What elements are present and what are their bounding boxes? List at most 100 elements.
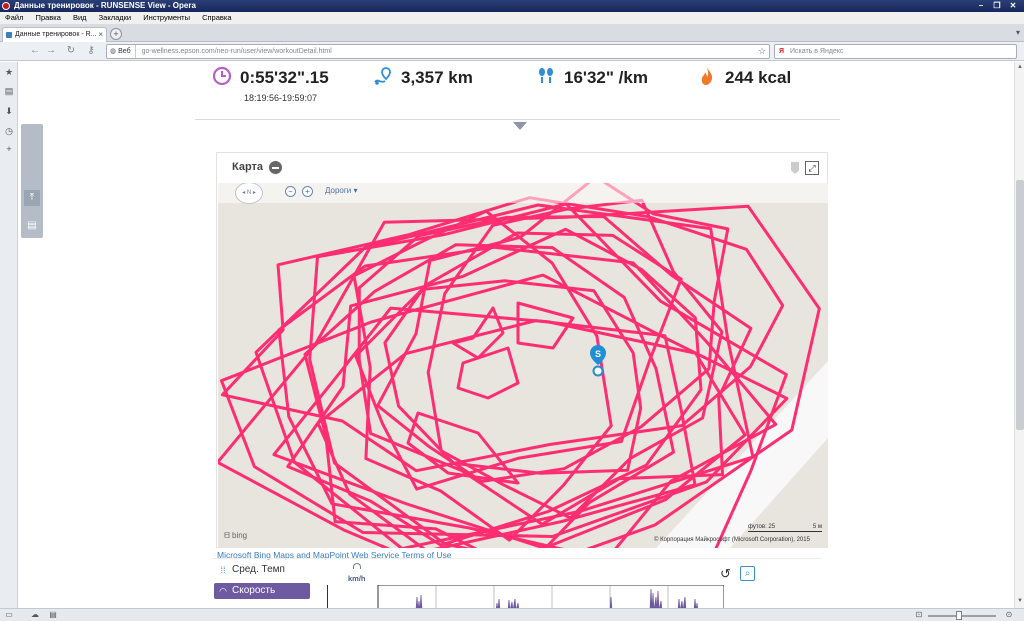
chart-unit: km/h [348, 574, 366, 583]
stats-divider [195, 119, 840, 120]
new-tab-button[interactable]: + [110, 28, 122, 40]
scale-feet: футов: 25 [748, 524, 776, 530]
compass-left-arrow-icon[interactable]: ◂ [242, 190, 245, 196]
key-icon[interactable]: ⚷ [84, 44, 98, 58]
map-panel: Карта ⤢ S ◂ N ▸ − + Дороги ▾ ᗺ bing футо… [216, 152, 828, 548]
address-bar[interactable]: ◍ Веб go-wellness.epson.com/neo-run/user/… [106, 44, 770, 59]
menu-bookmarks[interactable]: Закладки [99, 12, 131, 24]
map-header: Карта ⤢ [217, 153, 827, 183]
speedometer-icon: ◠ [219, 586, 227, 596]
speed-chart[interactable] [327, 584, 725, 608]
map-view[interactable]: S ◂ N ▸ − + Дороги ▾ ᗺ bing футов: 25 5 … [218, 183, 828, 548]
menu-bar: Файл Правка Вид Закладки Инструменты Спр… [0, 12, 1024, 24]
page-tools-strip: ⤒ ▤ ⟋ ◷ [21, 124, 43, 287]
turbo-cloud-icon[interactable]: ☁ [30, 610, 40, 620]
compass-north-label: N [246, 190, 252, 196]
distance-pin-icon [374, 67, 391, 85]
time-value: 0:55'32".15 [240, 68, 329, 87]
menu-view[interactable]: Вид [73, 12, 87, 24]
window-title: Данные тренировок - RUNSENSE View - Oper… [14, 1, 196, 10]
site-info-badge[interactable]: ◍ Веб [107, 45, 136, 58]
pace-value: 16'32" /km [564, 68, 648, 87]
scroll-up-icon[interactable]: ▲ [1016, 64, 1024, 70]
expand-details-arrow-icon[interactable] [513, 122, 527, 130]
zoom-slider-icon: ⊡ [915, 610, 923, 619]
graph-icon[interactable]: ⟋ [24, 246, 40, 262]
zoom-slider-handle[interactable] [956, 611, 962, 620]
page-content: ⤒ ▤ ⟋ ◷ 0:55'32".15 18:19:56-19:59:07 3,… [19, 62, 1014, 608]
minimize-button[interactable]: – [976, 1, 986, 11]
page-icon[interactable]: ▤ [24, 218, 40, 234]
map-controls: ◂ N ▸ − + Дороги ▾ [218, 183, 828, 204]
scroll-down-icon[interactable]: ▼ [1016, 598, 1024, 604]
clock-icon [212, 66, 232, 86]
page-scrollbar[interactable]: ▲ ▼ [1014, 62, 1024, 608]
zoom-track[interactable] [928, 615, 996, 617]
scroll-top-icon[interactable]: ⤒ [24, 190, 40, 206]
close-window-button[interactable]: ✕ [1008, 1, 1018, 11]
reset-chart-icon[interactable]: ↺ [720, 567, 734, 581]
bookmarks-star-icon[interactable]: ★ [4, 67, 14, 77]
globe-icon: ◍ [110, 48, 117, 55]
search-input[interactable]: Я Искать в Яндекс [774, 44, 1017, 59]
option-avg-pace[interactable]: ⁞⁞ Сред. Темп [214, 562, 310, 578]
close-tab-icon[interactable]: × [98, 28, 103, 42]
opera-side-panel: ★ ▤ ⬇ ◷ + [0, 62, 18, 608]
scale-meters: 5 м [812, 524, 822, 530]
footsteps-icon [539, 68, 553, 83]
reload-icon[interactable]: ↻ [64, 44, 78, 58]
route-map: S [218, 183, 828, 548]
back-arrow-icon[interactable]: ← [28, 44, 42, 58]
zoom-chart-icon[interactable]: ⌕ [740, 566, 755, 581]
tab-menu-icon[interactable]: ▾ [1016, 28, 1020, 37]
footsteps-icon: ⁞⁞ [220, 565, 226, 575]
scrollbar-thumb[interactable] [1016, 180, 1024, 430]
compass-right-arrow-icon[interactable]: ▸ [253, 190, 256, 196]
favicon-icon [6, 32, 12, 38]
forward-arrow-icon[interactable]: → [44, 44, 58, 58]
speed-chart-svg [377, 584, 725, 608]
tab-workout-data[interactable]: Данные тренировок - R... × [2, 27, 107, 42]
status-bar: ▭ ☁ ▤ ⊡ ⊙ [0, 608, 1024, 621]
menu-file[interactable]: Файл [5, 12, 23, 24]
start-marker-label: S [595, 349, 601, 359]
url-text[interactable]: go-wellness.epson.com/neo-run/user/view/… [138, 48, 332, 55]
bookmark-star-icon[interactable]: ☆ [758, 45, 766, 58]
chart-panel: ⁞⁞ Сред. Темп ◠ Скорость ● km/h ↺ ⌕ [212, 558, 822, 608]
distance-value: 3,357 km [401, 68, 473, 87]
browser-window: Данные тренировок - RUNSENSE View - Oper… [0, 0, 1024, 621]
time-range: 18:19:56-19:59:07 [244, 93, 318, 103]
zoom-reset-icon[interactable]: ⊙ [1004, 610, 1014, 620]
zoom-in-button[interactable]: + [302, 186, 313, 197]
tab-bar: Данные тренировок - R... × + ▾ [0, 24, 1024, 42]
collapse-map-icon[interactable] [269, 161, 282, 174]
opera-logo-icon [2, 2, 10, 10]
title-bar: Данные тренировок - RUNSENSE View - Oper… [0, 0, 1024, 12]
yandex-icon: Я [779, 48, 785, 55]
shield-icon[interactable] [791, 162, 799, 174]
bing-logo: ᗺ bing [224, 531, 248, 540]
flame-icon [701, 67, 713, 85]
stopwatch-icon[interactable]: ◷ [24, 274, 40, 290]
speedometer-icon [353, 563, 361, 569]
compass-control[interactable]: ◂ N ▸ [235, 183, 263, 204]
history-clock-icon[interactable]: ◷ [4, 126, 14, 136]
option-speed[interactable]: ◠ Скорость [214, 583, 310, 599]
view-icon[interactable]: ▤ [48, 610, 58, 620]
notes-icon[interactable]: ▤ [4, 86, 14, 96]
road-layer-dropdown[interactable]: Дороги ▾ [325, 186, 357, 195]
fullscreen-icon[interactable]: ⤢ [805, 161, 819, 175]
add-panel-icon[interactable]: + [4, 144, 14, 154]
map-copyright: © Корпорация Майкрософт (Microsoft Corpo… [654, 537, 810, 543]
zoom-out-button[interactable]: − [285, 186, 296, 197]
menu-edit[interactable]: Правка [36, 12, 61, 24]
restore-button[interactable]: ❐ [992, 1, 1002, 11]
menu-help[interactable]: Справка [202, 12, 231, 24]
panel-toggle-icon[interactable]: ▭ [4, 610, 14, 620]
downloads-icon[interactable]: ⬇ [4, 106, 14, 116]
navigation-toolbar: ← → ↻ ⚷ ◍ Веб go-wellness.epson.com/neo-r… [0, 42, 1024, 61]
map-title: Карта [232, 161, 264, 173]
calories-value: 244 kcal [725, 68, 792, 87]
menu-tools[interactable]: Инструменты [143, 12, 190, 24]
map-scale: футов: 25 5 м [748, 524, 822, 532]
